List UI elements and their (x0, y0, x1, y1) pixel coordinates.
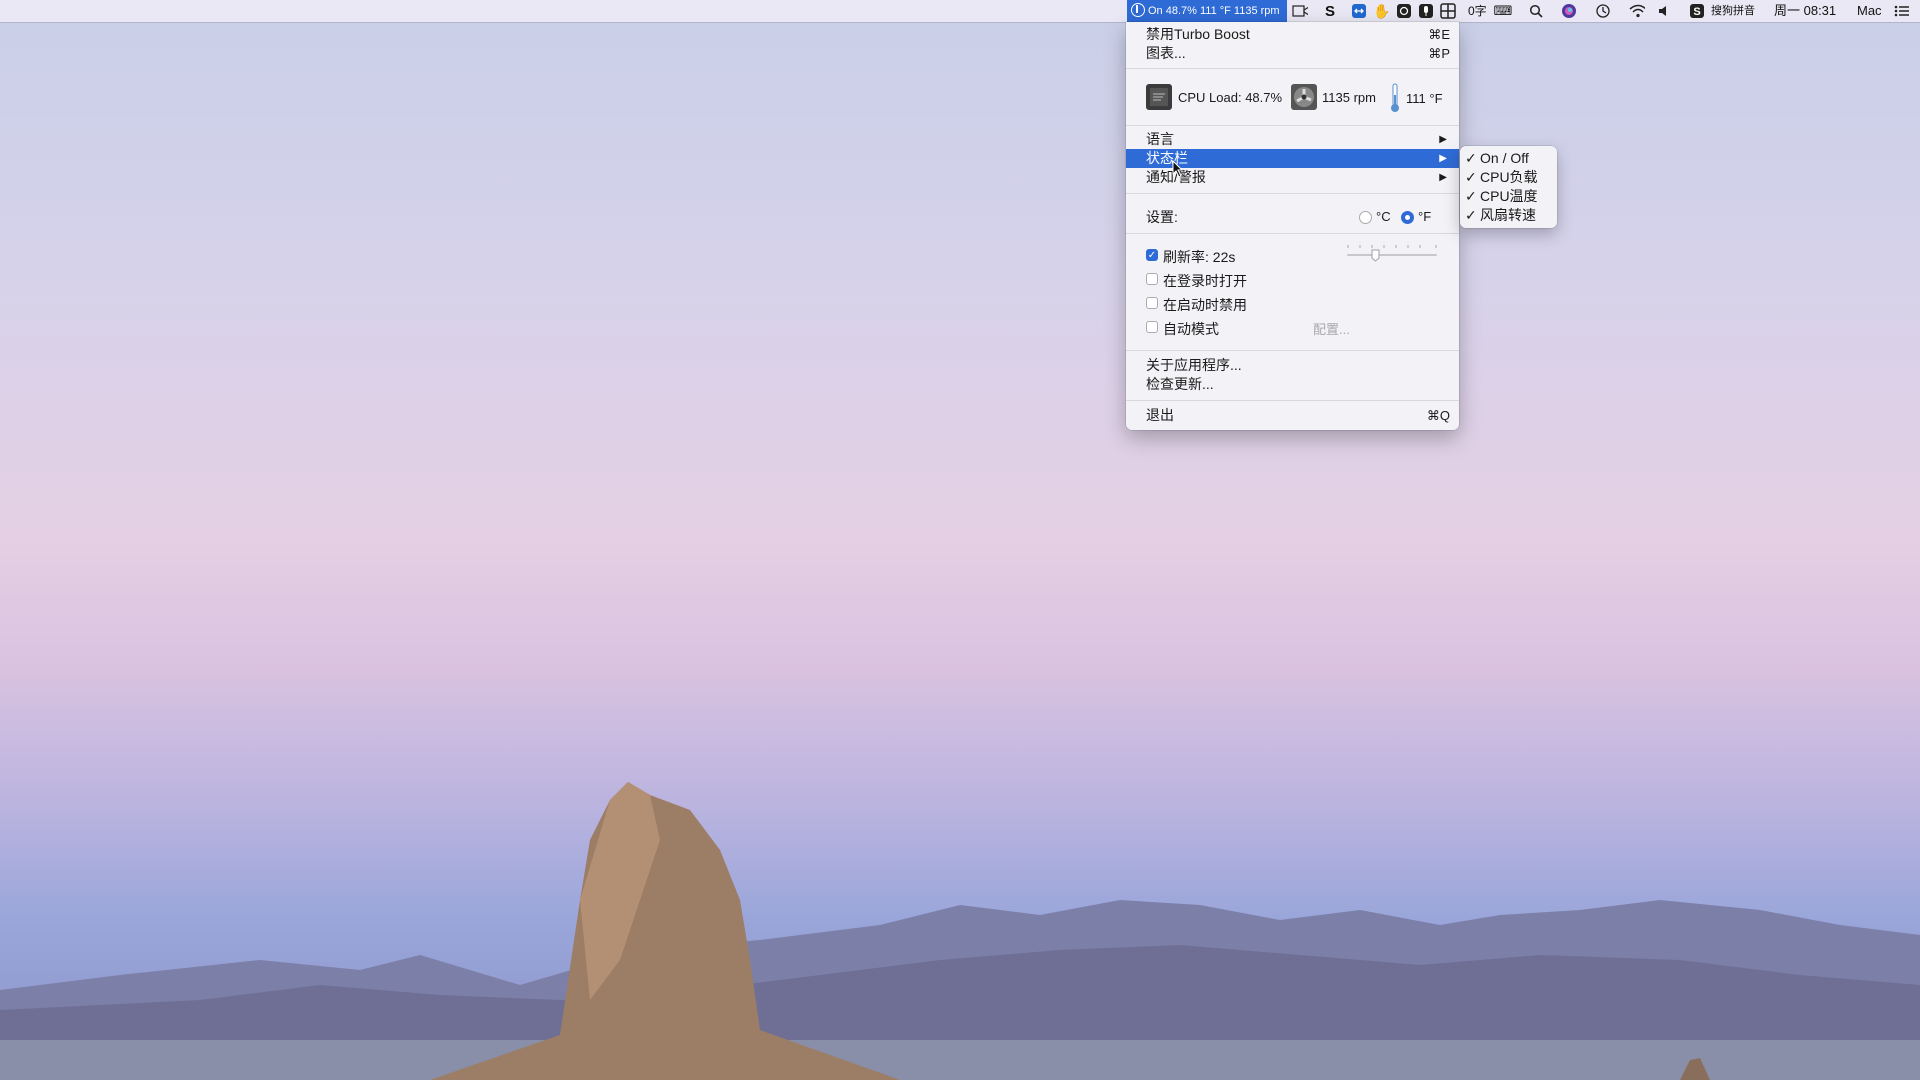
fahrenheit-label: °F (1418, 209, 1432, 224)
search-icon[interactable] (1528, 3, 1544, 19)
facetime-camera-icon[interactable] (1292, 3, 1308, 19)
siri-icon[interactable] (1561, 3, 1577, 19)
status-bar-submenu: ✓ On / Off ✓ CPU负载 ✓ CPU温度 ✓ 风扇转速 (1460, 146, 1557, 228)
menu-separator (1126, 233, 1459, 234)
submenu-item-fan-speed[interactable]: ✓ 风扇转速 (1460, 206, 1557, 225)
checkmark-icon: ✓ (1465, 150, 1477, 166)
submenu-item-cpu-temp[interactable]: ✓ CPU温度 (1460, 187, 1557, 206)
wallpaper-landscape (0, 782, 1920, 1080)
fan-icon (1290, 83, 1318, 114)
input-count-label: 0字 (1468, 4, 1487, 18)
screenshot-icon[interactable] (1396, 3, 1412, 19)
turbo-boost-status-item[interactable]: On 48.7% 111 °F 1135 rpm (1127, 0, 1287, 22)
disable-at-startup-checkbox[interactable] (1146, 297, 1158, 309)
submenu-item-cpu-load[interactable]: ✓ CPU负载 (1460, 168, 1557, 187)
celsius-radio[interactable] (1359, 211, 1372, 224)
menu-separator (1126, 68, 1459, 69)
menu-separator (1126, 350, 1459, 351)
auto-mode-label: 自动模式 (1163, 321, 1219, 337)
mic-icon[interactable] (1418, 3, 1434, 19)
hand-icon[interactable]: ✋ (1373, 3, 1390, 19)
turbo-boost-icon (1131, 3, 1145, 17)
input-method-label[interactable]: 搜狗拼音 (1711, 0, 1755, 22)
menu-item-disable-turbo-boost[interactable]: 禁用Turbo Boost ⌘E (1126, 25, 1459, 44)
menu-separator (1126, 125, 1459, 126)
fahrenheit-radio[interactable] (1401, 211, 1414, 224)
turbo-boost-menu: 禁用Turbo Boost ⌘E 图表... ⌘P CPU Load: 48.7… (1126, 22, 1459, 430)
refresh-rate-slider[interactable] (1346, 242, 1438, 262)
open-at-login-checkbox[interactable] (1146, 273, 1158, 285)
settings-label: 设置: (1146, 209, 1178, 225)
checkmark-icon: ✓ (1465, 207, 1477, 223)
refresh-rate-checkbox[interactable]: ✓ (1146, 249, 1158, 261)
shortcut-label: ⌘Q (1426, 408, 1450, 423)
menu-item-language[interactable]: 语言 ▶ (1126, 130, 1459, 149)
teamviewer-icon[interactable] (1351, 3, 1367, 19)
configure-button[interactable]: 配置... (1313, 319, 1350, 338)
menu-bar: On 48.7% 111 °F 1135 rpm S ✋ 0字 ⌨ S 搜狗拼音… (0, 0, 1920, 22)
cpu-load-label: CPU Load: 48.7% (1178, 90, 1283, 105)
user-name[interactable]: Mac (1857, 0, 1882, 22)
submenu-arrow-icon: ▶ (1439, 172, 1447, 183)
menu-separator (1126, 400, 1459, 401)
auto-mode-checkbox[interactable] (1146, 321, 1158, 333)
checkmark-icon: ✓ (1465, 169, 1477, 185)
clock[interactable]: 周一 08:31 (1774, 0, 1836, 22)
grid-icon[interactable] (1440, 3, 1456, 19)
sogou-icon[interactable]: S (1689, 3, 1705, 19)
submenu-arrow-icon: ▶ (1439, 153, 1447, 164)
keyboard-icon[interactable]: ⌨ (1494, 3, 1513, 19)
time-machine-icon[interactable] (1595, 3, 1611, 19)
open-at-login-label: 在登录时打开 (1163, 273, 1247, 289)
menu-item-check-updates[interactable]: 检查更新... (1126, 375, 1459, 394)
cpu-chip-icon (1145, 83, 1173, 114)
volume-icon[interactable] (1656, 3, 1672, 19)
thermometer-icon (1390, 83, 1400, 116)
svg-text:S: S (1693, 6, 1700, 18)
mouse-cursor-icon (1172, 159, 1184, 183)
shortcut-label: ⌘E (1428, 27, 1450, 42)
desktop-wallpaper (0, 0, 1920, 1080)
refresh-rate-label: 刷新率: 22s (1163, 249, 1236, 265)
menu-item-quit[interactable]: 退出 ⌘Q (1126, 406, 1459, 425)
menu-item-about[interactable]: 关于应用程序... (1126, 356, 1459, 375)
fan-speed-label: 1135 rpm (1322, 90, 1376, 105)
submenu-arrow-icon: ▶ (1439, 134, 1447, 145)
celsius-label: °C (1376, 209, 1391, 224)
notification-center-icon[interactable] (1894, 3, 1910, 19)
cpu-temp-label: 111 °F (1406, 91, 1443, 106)
disable-at-startup-label: 在启动时禁用 (1163, 297, 1247, 313)
sogou-s-icon[interactable]: S (1322, 3, 1338, 20)
menu-separator (1126, 193, 1459, 194)
checkmark-icon: ✓ (1465, 188, 1477, 204)
turbo-status-text: On 48.7% 111 °F 1135 rpm (1148, 5, 1280, 17)
wifi-icon[interactable] (1629, 3, 1645, 19)
menu-item-charts[interactable]: 图表... ⌘P (1126, 44, 1459, 63)
shortcut-label: ⌘P (1428, 46, 1450, 61)
submenu-item-on-off[interactable]: ✓ On / Off (1460, 149, 1557, 168)
